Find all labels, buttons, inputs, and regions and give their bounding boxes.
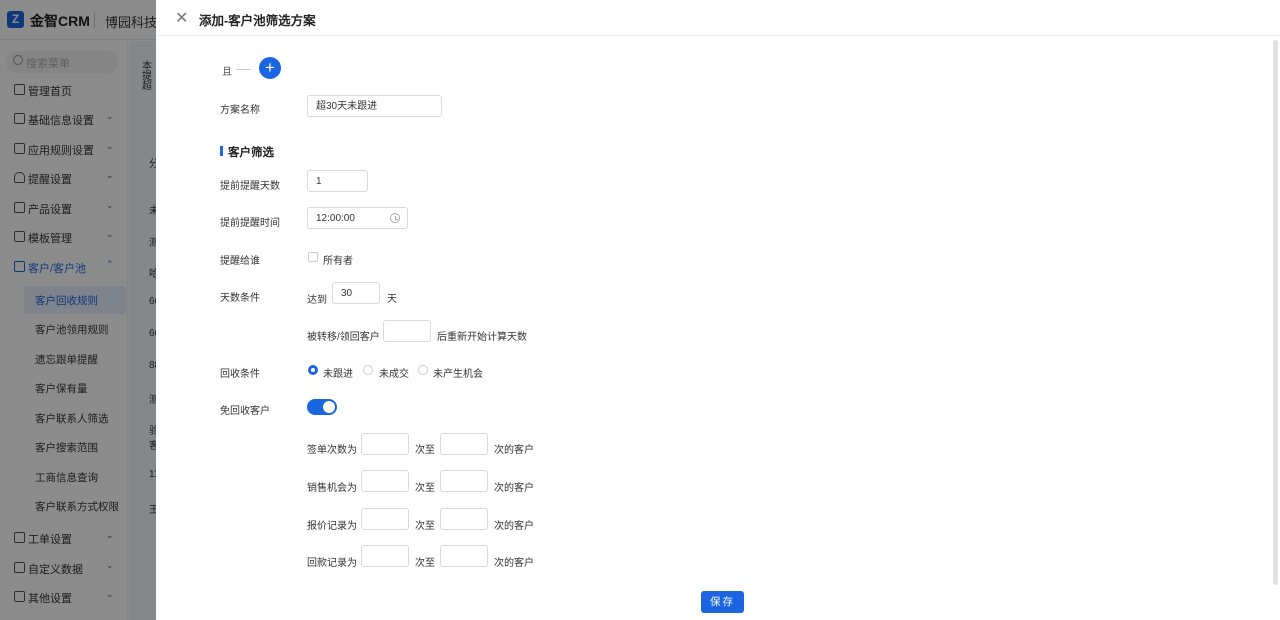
- plan-name-input[interactable]: 超30天未跟进: [307, 95, 442, 117]
- transfer-label: 被转移/领回客户: [307, 332, 380, 343]
- toggle-knob: [323, 401, 335, 413]
- range-suffix: 次的客户: [494, 521, 534, 532]
- radio-label: 未产生机会: [433, 369, 483, 380]
- plan-name-value: 超30天未跟进: [316, 101, 378, 112]
- range-to-label: 次至: [415, 483, 435, 494]
- owner-checkbox[interactable]: [308, 252, 318, 262]
- add-condition-button[interactable]: +: [259, 57, 281, 79]
- payments-to-input[interactable]: [440, 545, 488, 567]
- quotes-from-input[interactable]: [361, 508, 409, 530]
- drawer-header: ✕ 添加-客户池筛选方案: [156, 0, 1280, 36]
- day-condition-label: 天数条件: [220, 293, 260, 304]
- signings-from-input[interactable]: [361, 433, 409, 455]
- and-label: 且: [222, 67, 232, 78]
- signings-to-input[interactable]: [440, 433, 488, 455]
- drawer-title: 添加-客户池筛选方案: [199, 14, 316, 28]
- remind-to-label: 提醒给谁: [220, 256, 260, 267]
- range-suffix: 次的客户: [494, 483, 534, 494]
- remind-days-label: 提前提醒天数: [220, 181, 280, 192]
- plan-name-label: 方案名称: [220, 105, 260, 116]
- day-unit: 天: [387, 294, 397, 305]
- radio-no-opportunity[interactable]: [418, 365, 428, 375]
- reach-days-value: 30: [341, 288, 353, 299]
- section-title: 客户筛选: [228, 147, 274, 159]
- range-label-signings: 签单次数为: [307, 445, 357, 456]
- radio-not-followed[interactable]: [308, 365, 318, 375]
- remind-days-input[interactable]: 1: [307, 170, 368, 192]
- range-to-label: 次至: [415, 521, 435, 532]
- range-label-quotes: 报价记录为: [307, 521, 357, 532]
- range-suffix: 次的客户: [494, 445, 534, 456]
- radio-label: 未成交: [379, 369, 409, 380]
- plus-icon: +: [265, 58, 275, 77]
- section-marker: [220, 146, 223, 156]
- remind-time-picker[interactable]: 12:00:00: [307, 207, 408, 229]
- reach-days-input[interactable]: 30: [332, 282, 380, 304]
- scrollbar[interactable]: [1273, 40, 1278, 585]
- quotes-to-input[interactable]: [440, 508, 488, 530]
- radio-not-closed[interactable]: [363, 365, 373, 375]
- remind-time-value: 12:00:00: [316, 213, 355, 224]
- range-to-label: 次至: [415, 445, 435, 456]
- payments-from-input[interactable]: [361, 545, 409, 567]
- range-suffix: 次的客户: [494, 558, 534, 569]
- range-to-label: 次至: [415, 558, 435, 569]
- filter-plan-drawer: ✕ 添加-客户池筛选方案 且 + 方案名称 超30天未跟进 客户筛选 提前提醒天…: [156, 0, 1280, 620]
- range-label-opportunities: 销售机会为: [307, 483, 357, 494]
- clock-icon: [390, 213, 400, 223]
- transfer-days-input[interactable]: [383, 320, 431, 342]
- radio-label: 未跟进: [323, 369, 353, 380]
- remind-days-value: 1: [316, 176, 322, 187]
- recycle-condition-label: 回收条件: [220, 369, 260, 380]
- opportunities-from-input[interactable]: [361, 470, 409, 492]
- opportunities-to-input[interactable]: [440, 470, 488, 492]
- restart-label: 后重新开始计算天数: [437, 332, 527, 343]
- save-button[interactable]: 保存: [701, 591, 744, 613]
- close-icon[interactable]: ✕: [175, 8, 188, 28]
- remind-time-label: 提前提醒时间: [220, 218, 280, 229]
- connector-line: [236, 69, 251, 70]
- range-label-payments: 回款记录为: [307, 558, 357, 569]
- exempt-toggle[interactable]: [307, 399, 337, 415]
- owner-checkbox-label: 所有者: [323, 256, 353, 267]
- reach-label: 达到: [307, 295, 327, 306]
- exempt-label: 免回收客户: [220, 406, 270, 417]
